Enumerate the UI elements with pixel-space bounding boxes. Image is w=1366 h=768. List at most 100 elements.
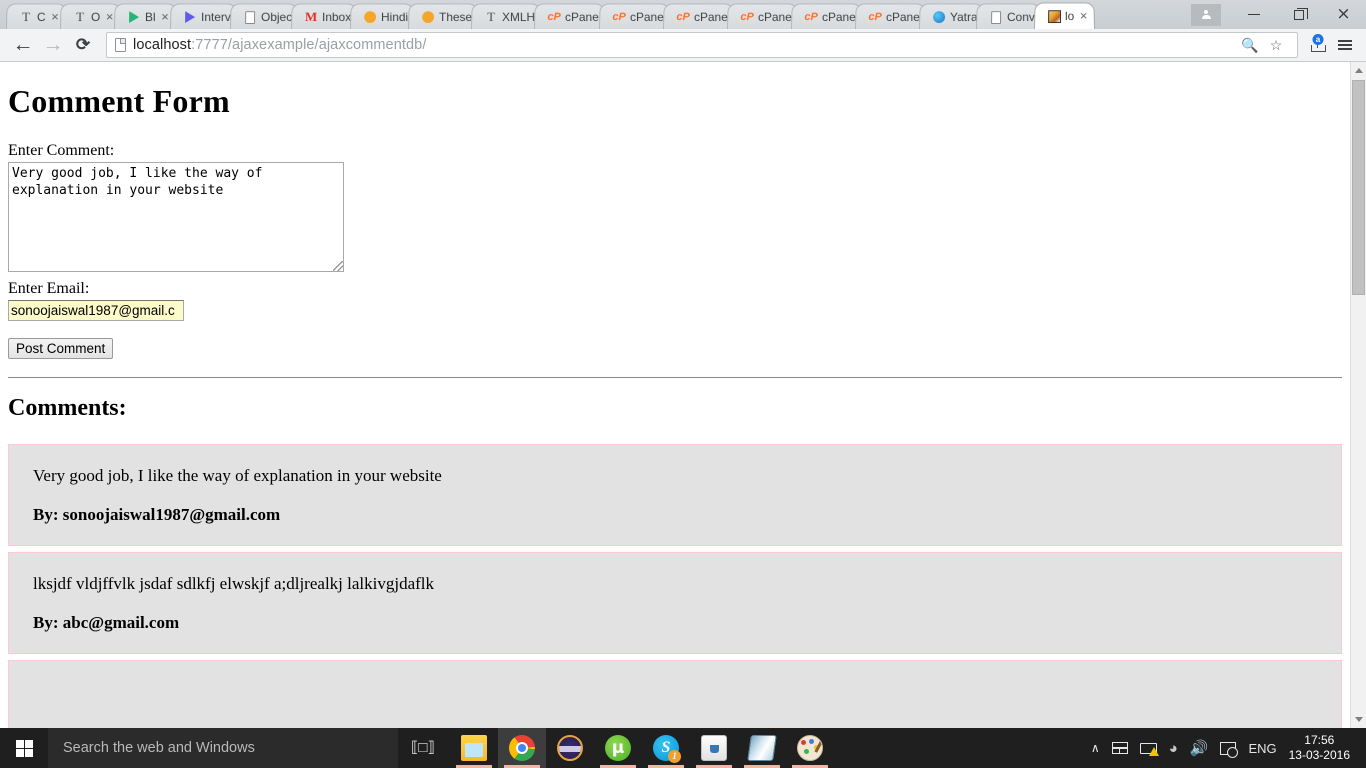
page-scrollbar[interactable] <box>1350 62 1366 728</box>
start-button[interactable] <box>0 728 48 768</box>
taskbar-app-eclipse[interactable] <box>546 728 594 768</box>
address-bar[interactable]: localhost:7777/ajaxexample/ajaxcommentdb… <box>106 32 1298 58</box>
tab-label: Conv <box>1007 9 1036 24</box>
url-host: localhost <box>133 37 192 53</box>
task-view-button[interactable]: ⟦□⟧ <box>398 728 444 768</box>
tab-close-icon[interactable]: × <box>160 9 171 24</box>
tab-label: XMLH <box>502 9 536 24</box>
taskbar-app-file-explorer[interactable] <box>450 728 498 768</box>
page-icon <box>990 10 1004 24</box>
cpanel-icon: cP <box>739 10 754 23</box>
comment-textarea[interactable]: Very good job, I like the way of explana… <box>8 162 344 272</box>
browser-tab-4[interactable]: Objec <box>229 3 299 29</box>
tab-label: cPane <box>629 9 664 24</box>
url-path: :7777/ajaxexample/ajaxcommentdb/ <box>191 37 427 53</box>
close-window-button[interactable]: × <box>1321 0 1366 29</box>
browser-tab-15[interactable]: Yatra <box>918 3 984 29</box>
browser-tab-8[interactable]: T XMLH <box>471 3 542 29</box>
play-store-icon <box>127 10 141 24</box>
browser-tab-1[interactable]: T O × <box>59 3 122 29</box>
forward-button[interactable]: → <box>38 31 68 59</box>
localhost-favicon <box>1048 9 1062 24</box>
browser-tab-9[interactable]: cP cPane <box>534 3 606 29</box>
browser-tab-17[interactable]: lo × <box>1034 2 1096 29</box>
cpanel-icon: cP <box>868 10 882 23</box>
hamburger-menu-icon[interactable] <box>1332 32 1358 58</box>
extension-ruler-icon[interactable]: a <box>1304 31 1332 59</box>
cpanel-icon: cP <box>675 10 690 23</box>
browser-tab-3[interactable]: Interv <box>169 3 237 29</box>
maximize-button[interactable] <box>1276 0 1321 29</box>
page-info-icon[interactable] <box>115 38 126 52</box>
comment-text: Very good job, I like the way of explana… <box>33 466 442 485</box>
scroll-up-button[interactable] <box>1351 62 1366 79</box>
browser-tab-2[interactable]: Bl × <box>114 3 177 29</box>
scroll-down-button[interactable] <box>1351 711 1366 728</box>
comment-author: By: sonoojaiswal1987@gmail.com <box>33 505 281 524</box>
browser-tab-6[interactable]: Hindi <box>350 3 415 29</box>
browser-tab-5[interactable]: M Inbox <box>291 3 358 29</box>
text-document-icon: T <box>75 8 84 24</box>
browser-tab-12[interactable]: cP cPane <box>726 3 798 29</box>
tab-label: cPane <box>565 9 600 24</box>
gmail-icon: M <box>304 8 318 24</box>
taskbar-app-google-chrome[interactable] <box>498 728 546 768</box>
clock-time: 17:56 <box>1304 733 1335 747</box>
web-page-content: Comment Form Enter Comment: Very good jo… <box>0 62 1350 728</box>
back-button[interactable]: ← <box>8 31 38 59</box>
java-icon <box>701 735 727 761</box>
tray-expand-button[interactable]: ∧ <box>1085 728 1106 768</box>
wifi-icon: ◕ <box>1168 739 1178 757</box>
minimize-button[interactable] <box>1231 0 1276 29</box>
reload-button[interactable]: ⟳ <box>68 31 98 59</box>
eclipse-icon <box>557 735 583 761</box>
clock-date: 13-03-2016 <box>1288 748 1350 762</box>
browser-tab-16[interactable]: Conv <box>976 3 1042 29</box>
browser-tab-14[interactable]: cP cPane <box>854 3 926 29</box>
profile-icon[interactable] <box>1191 3 1221 26</box>
email-input[interactable]: sonoojaiswal1987@gmail.c <box>8 300 184 321</box>
chevron-down-icon <box>1355 717 1363 722</box>
taskbar-search-box[interactable]: Search the web and Windows <box>48 728 398 768</box>
tray-language-indicator[interactable]: ENG <box>1242 728 1282 768</box>
browser-tab-11[interactable]: cP cPane <box>662 3 734 29</box>
forward-arrow-icon: → <box>42 33 64 56</box>
back-arrow-icon: ← <box>12 33 34 56</box>
tray-battery-button[interactable] <box>1134 728 1163 768</box>
tab-label: Interv <box>200 9 231 24</box>
taskbar-app-skype[interactable]: S 1 <box>642 728 690 768</box>
taskbar-app-paint[interactable] <box>786 728 834 768</box>
tab-label: C <box>36 9 46 24</box>
battery-warning-icon <box>1139 742 1159 756</box>
taskbar-app-notepad[interactable] <box>738 728 786 768</box>
browser-tab-0[interactable]: T C × <box>6 3 67 29</box>
taskbar-app-java[interactable] <box>690 728 738 768</box>
taskbar-app-utorrent[interactable]: µ <box>594 728 642 768</box>
tab-close-icon[interactable]: × <box>1079 8 1090 23</box>
system-tray: ∧ ◕ 🔊 ENG 17:56 13-03-2016 <box>1085 728 1366 768</box>
tab-label: Bl <box>145 9 156 24</box>
text-document-icon: T <box>22 8 31 24</box>
tray-panel-button[interactable] <box>1106 728 1134 768</box>
tray-network-button[interactable]: ◕ <box>1163 728 1184 768</box>
tab-label: O <box>90 9 100 24</box>
scrollbar-thumb[interactable] <box>1352 80 1365 295</box>
section-divider <box>8 377 1342 378</box>
tab-label: Hindi <box>381 9 409 24</box>
comment-box: lksjdf vldjffvlk jsdaf sdlkfj elwskjf a;… <box>8 552 1342 654</box>
zoom-in-icon[interactable]: 🔍 <box>1237 32 1263 58</box>
browser-window: T C × T O × Bl × Interv Objec M Inbox Hindi These T XML… <box>0 0 1366 728</box>
bookmark-star-icon[interactable]: ☆ <box>1263 32 1289 58</box>
taskbar-clock[interactable]: 17:56 13-03-2016 <box>1283 728 1360 768</box>
post-comment-button[interactable]: Post Comment <box>8 338 114 359</box>
browser-tab-13[interactable]: cP cPane <box>790 3 862 29</box>
tab-close-icon[interactable]: × <box>50 9 61 24</box>
tray-volume-button[interactable]: 🔊 <box>1184 728 1215 768</box>
chevron-up-icon: ∧ <box>1090 741 1100 755</box>
display-panel-icon <box>1111 742 1128 754</box>
volume-icon: 🔊 <box>1189 740 1209 757</box>
browser-tab-10[interactable]: cP cPane <box>598 3 670 29</box>
browser-tab-7[interactable]: These <box>407 3 479 29</box>
tray-action-center-button[interactable] <box>1214 728 1242 768</box>
url-text: localhost:7777/ajaxexample/ajaxcommentdb… <box>133 37 426 53</box>
